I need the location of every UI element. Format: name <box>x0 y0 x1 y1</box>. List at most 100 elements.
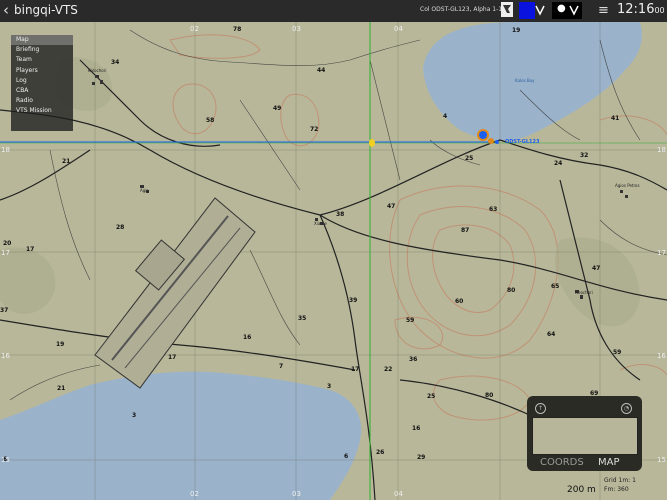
main-menu: Map Briefing Team Players Log CBA Radio … <box>11 35 73 131</box>
town-label: Neochori <box>575 290 593 295</box>
elevation-label: 80 <box>485 392 493 399</box>
grid-label: 03 <box>292 25 301 33</box>
gauge-icon[interactable]: ◔ <box>621 403 632 414</box>
elevation-label: 80 <box>507 287 515 294</box>
grid-label: 16 <box>657 352 666 360</box>
compass-icon[interactable]: ↑ <box>535 403 546 414</box>
town-label: Agios Petros <box>615 183 640 188</box>
elevation-label: 49 <box>273 105 281 112</box>
elevation-label: 20 <box>3 240 11 247</box>
elevation-label: 21 <box>57 385 65 392</box>
elevation-label: 19 <box>56 341 64 348</box>
elevation-label: 78 <box>233 26 241 33</box>
gps-tab-map[interactable]: MAP <box>598 457 620 468</box>
elevation-label: 59 <box>613 349 621 356</box>
elevation-label: 7 <box>279 363 283 370</box>
elevation-label: 39 <box>349 297 357 304</box>
elevation-label: 17 <box>26 246 34 253</box>
town-label: Agia <box>140 188 149 193</box>
color-swatch-black[interactable]: ● <box>552 2 582 19</box>
elevation-label: 36 <box>409 356 417 363</box>
top-bar: ‹ bingqi-VTS Col ODST-GL123, Alpha 1-1-1… <box>0 0 667 22</box>
elevation-label: 24 <box>554 160 562 167</box>
grid-label: 18 <box>1 146 10 154</box>
elevation-label: 72 <box>310 126 318 133</box>
grid-label: 04 <box>394 490 403 498</box>
elevation-label: 65 <box>551 283 559 290</box>
menu-item-cba[interactable]: CBA <box>11 86 73 96</box>
grid-label: 02 <box>190 25 199 33</box>
clock-seconds: 00 <box>654 6 665 15</box>
grid-label: 16 <box>1 352 10 360</box>
grid-label: 02 <box>190 490 199 498</box>
grid-label: 15 <box>657 456 666 464</box>
elevation-label: 47 <box>387 203 395 210</box>
elevation-label: 6 <box>344 453 348 460</box>
marker-button[interactable] <box>501 2 513 17</box>
elevation-label: 44 <box>317 67 325 74</box>
town-label: Xiarne <box>314 221 327 226</box>
elevation-label: 41 <box>611 115 619 122</box>
grid-label: 15 <box>1 456 10 464</box>
elevation-label: 25 <box>465 155 473 162</box>
elevation-label: 3 <box>132 412 136 419</box>
grid-label: 17 <box>1 249 10 257</box>
elevation-label: 32 <box>580 152 588 159</box>
elevation-label: 19 <box>512 27 520 34</box>
elevation-label: 87 <box>461 227 469 234</box>
layers-icon[interactable]: ≡ <box>598 3 609 18</box>
dot-icon: ● <box>557 3 566 14</box>
elevation-label: 3 <box>327 383 331 390</box>
waypoint-marker[interactable] <box>369 139 375 147</box>
player-label: ODST-GL123 <box>505 139 540 145</box>
menu-item-vts-mission[interactable]: VTS Mission <box>11 106 73 116</box>
menu-item-map[interactable]: Map <box>11 35 73 46</box>
elevation-label: 21 <box>62 158 70 165</box>
menu-item-players[interactable]: Players <box>11 66 73 76</box>
menu-item-log[interactable]: Log <box>11 76 73 86</box>
clock: 12:1600 <box>617 2 665 17</box>
grid-label: 03 <box>292 490 301 498</box>
grid-label: 18 <box>657 146 666 154</box>
elevation-label: 63 <box>489 206 497 213</box>
elevation-label: 16 <box>412 425 420 432</box>
elevation-label: 29 <box>417 454 425 461</box>
grid-label: 17 <box>657 249 666 257</box>
grid-info: Grid 1m: 1 <box>604 477 636 484</box>
scale-bar: 200 m <box>567 485 596 495</box>
elevation-label: 22 <box>384 366 392 373</box>
scale-value: 200 m <box>567 485 596 495</box>
back-icon[interactable]: ‹ <box>3 1 9 19</box>
elevation-label: 60 <box>455 298 463 305</box>
chevron-down-icon[interactable] <box>535 3 545 17</box>
grid-label: 04 <box>394 25 403 33</box>
elevation-label: 16 <box>243 334 251 341</box>
gps-screen <box>532 417 638 455</box>
elevation-label: 25 <box>427 393 435 400</box>
menu-item-radio[interactable]: Radio <box>11 96 73 106</box>
elevation-label: 4 <box>443 113 447 120</box>
menu-item-briefing[interactable]: Briefing <box>11 45 73 55</box>
elevation-label: 17 <box>168 354 176 361</box>
elevation-label: 58 <box>206 117 214 124</box>
elevation-label: 59 <box>406 317 414 324</box>
menu-item-team[interactable]: Team <box>11 55 73 65</box>
elevation-label: 34 <box>111 59 119 66</box>
player-name: Col ODST-GL123, Alpha 1-1-1 <box>420 6 509 13</box>
mission-title: bingqi-VTS <box>14 3 78 17</box>
clock-time: 12:16 <box>617 2 655 17</box>
color-swatch-blue[interactable] <box>519 2 535 19</box>
town-label: Kalos Bay <box>515 78 535 83</box>
elevation-label: 37 <box>0 307 8 314</box>
status-info: Grid 1m: 1 Fm: 360 <box>604 476 636 494</box>
gps-tab-coords[interactable]: COORDS <box>540 457 584 468</box>
elevation-label: 28 <box>116 224 124 231</box>
flag-icon <box>503 5 511 13</box>
town-label: Kalochori <box>88 68 107 73</box>
fps-info: Fm: 360 <box>604 486 629 493</box>
elevation-label: 64 <box>547 331 555 338</box>
elevation-label: 35 <box>298 315 306 322</box>
elevation-label: 38 <box>336 211 344 218</box>
chevron-down-icon <box>569 5 579 16</box>
gps-device: ↑ ◔ COORDS MAP <box>527 396 642 471</box>
